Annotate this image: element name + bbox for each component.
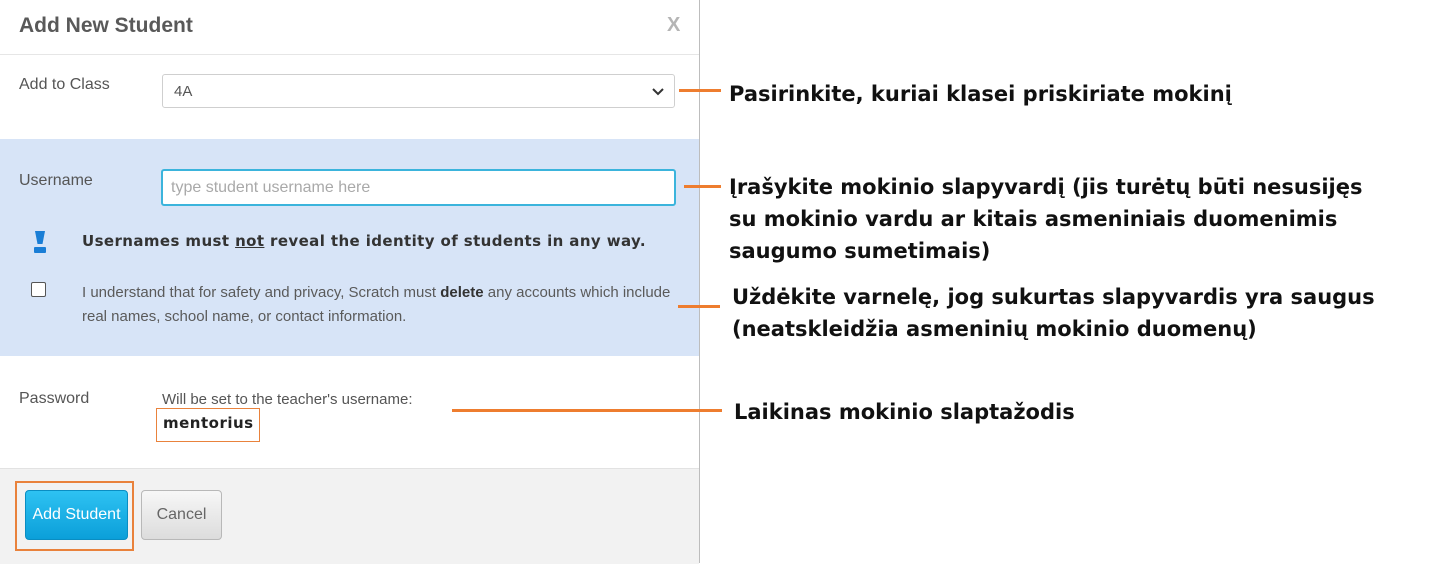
username-label: Username	[19, 172, 93, 189]
understand-text-start: I understand that for safety and privacy…	[82, 284, 441, 301]
understand-checkbox[interactable]	[31, 282, 46, 297]
password-label: Password	[19, 390, 90, 407]
username-warning: Usernames must not reveal the identity o…	[82, 232, 646, 250]
warning-text-start: Usernames must	[82, 232, 236, 250]
pointer-line-checkbox	[678, 305, 720, 308]
warning-text-end: reveal the identity of students in any w…	[264, 232, 646, 250]
modal-header: Add New Student X	[0, 0, 699, 55]
pointer-line-class	[679, 89, 721, 92]
password-note: Will be set to the teacher's username:	[162, 391, 413, 408]
class-hint: Pasirinkite, kuriai klasei priskiriate m…	[729, 82, 1232, 106]
checkbox-hint: Uždėkite varnelę, jog sukurtas slapyvard…	[732, 285, 1375, 341]
understand-bold: delete	[440, 284, 484, 301]
add-student-button[interactable]: Add Student	[25, 490, 128, 540]
class-select[interactable]: 4A	[162, 74, 675, 108]
cancel-button[interactable]: Cancel	[141, 490, 222, 540]
add-student-modal: Add New Student X Add to Class 4A Userna…	[0, 0, 700, 564]
exclamation-icon	[34, 231, 46, 253]
warning-emphasis: not	[235, 232, 265, 250]
close-button[interactable]: X	[667, 14, 680, 37]
username-hint: Įrašykite mokinio slapyvardį (jis turėtų…	[729, 175, 1363, 263]
username-input[interactable]	[161, 169, 676, 206]
add-to-class-label: Add to Class	[19, 76, 110, 93]
pointer-line-password	[452, 409, 722, 412]
password-value: mentorius	[163, 414, 254, 432]
modal-title: Add New Student	[19, 14, 193, 37]
password-hint: Laikinas mokinio slaptažodis	[734, 400, 1075, 424]
chevron-down-icon	[652, 88, 664, 96]
pointer-line-username	[684, 185, 721, 188]
class-select-value: 4A	[174, 83, 193, 100]
understand-text: I understand that for safety and privacy…	[82, 281, 682, 329]
